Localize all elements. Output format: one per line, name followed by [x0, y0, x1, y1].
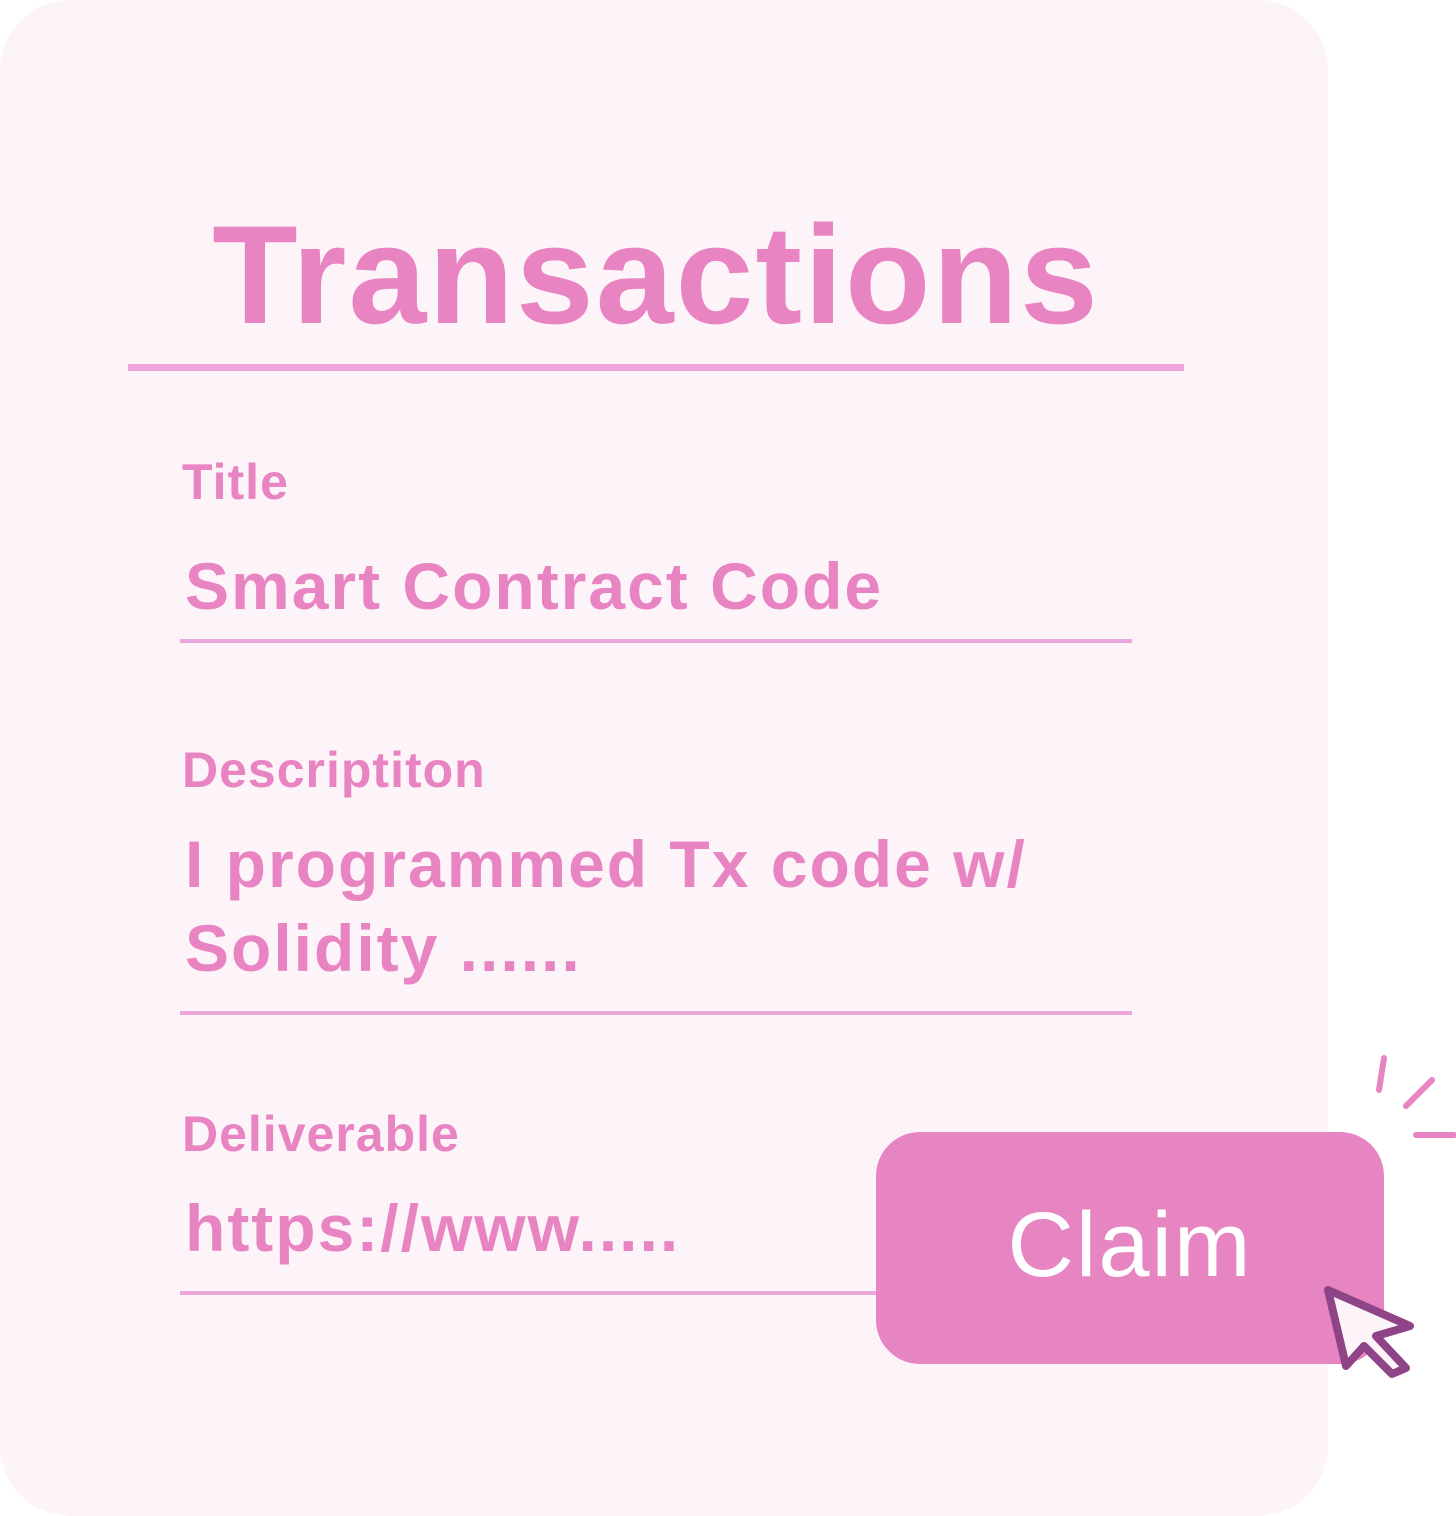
stage: Transactions Title Smart Contract Code D…: [0, 0, 1456, 1516]
title-divider: [128, 364, 1184, 371]
title-field-label: Title: [182, 454, 289, 510]
deliverable-field-underline: [180, 1291, 900, 1295]
title-field-underline: [180, 639, 1132, 643]
page-title: Transactions: [212, 196, 1100, 353]
description-field-value-line2[interactable]: Solidity ......: [185, 906, 582, 990]
description-field-value-line1[interactable]: I programmed Tx code w/: [185, 822, 1027, 906]
title-field-value[interactable]: Smart Contract Code: [185, 544, 883, 628]
description-field-underline: [180, 1011, 1132, 1015]
deliverable-field-label: Deliverable: [182, 1106, 460, 1162]
description-field-label: Descriptiton: [182, 742, 486, 798]
cursor-arrow-icon: [1324, 1286, 1414, 1378]
claim-button[interactable]: Claim: [876, 1132, 1384, 1364]
sparkle-icon: [1376, 1055, 1456, 1138]
deliverable-field-value[interactable]: https://www.....: [185, 1186, 680, 1270]
